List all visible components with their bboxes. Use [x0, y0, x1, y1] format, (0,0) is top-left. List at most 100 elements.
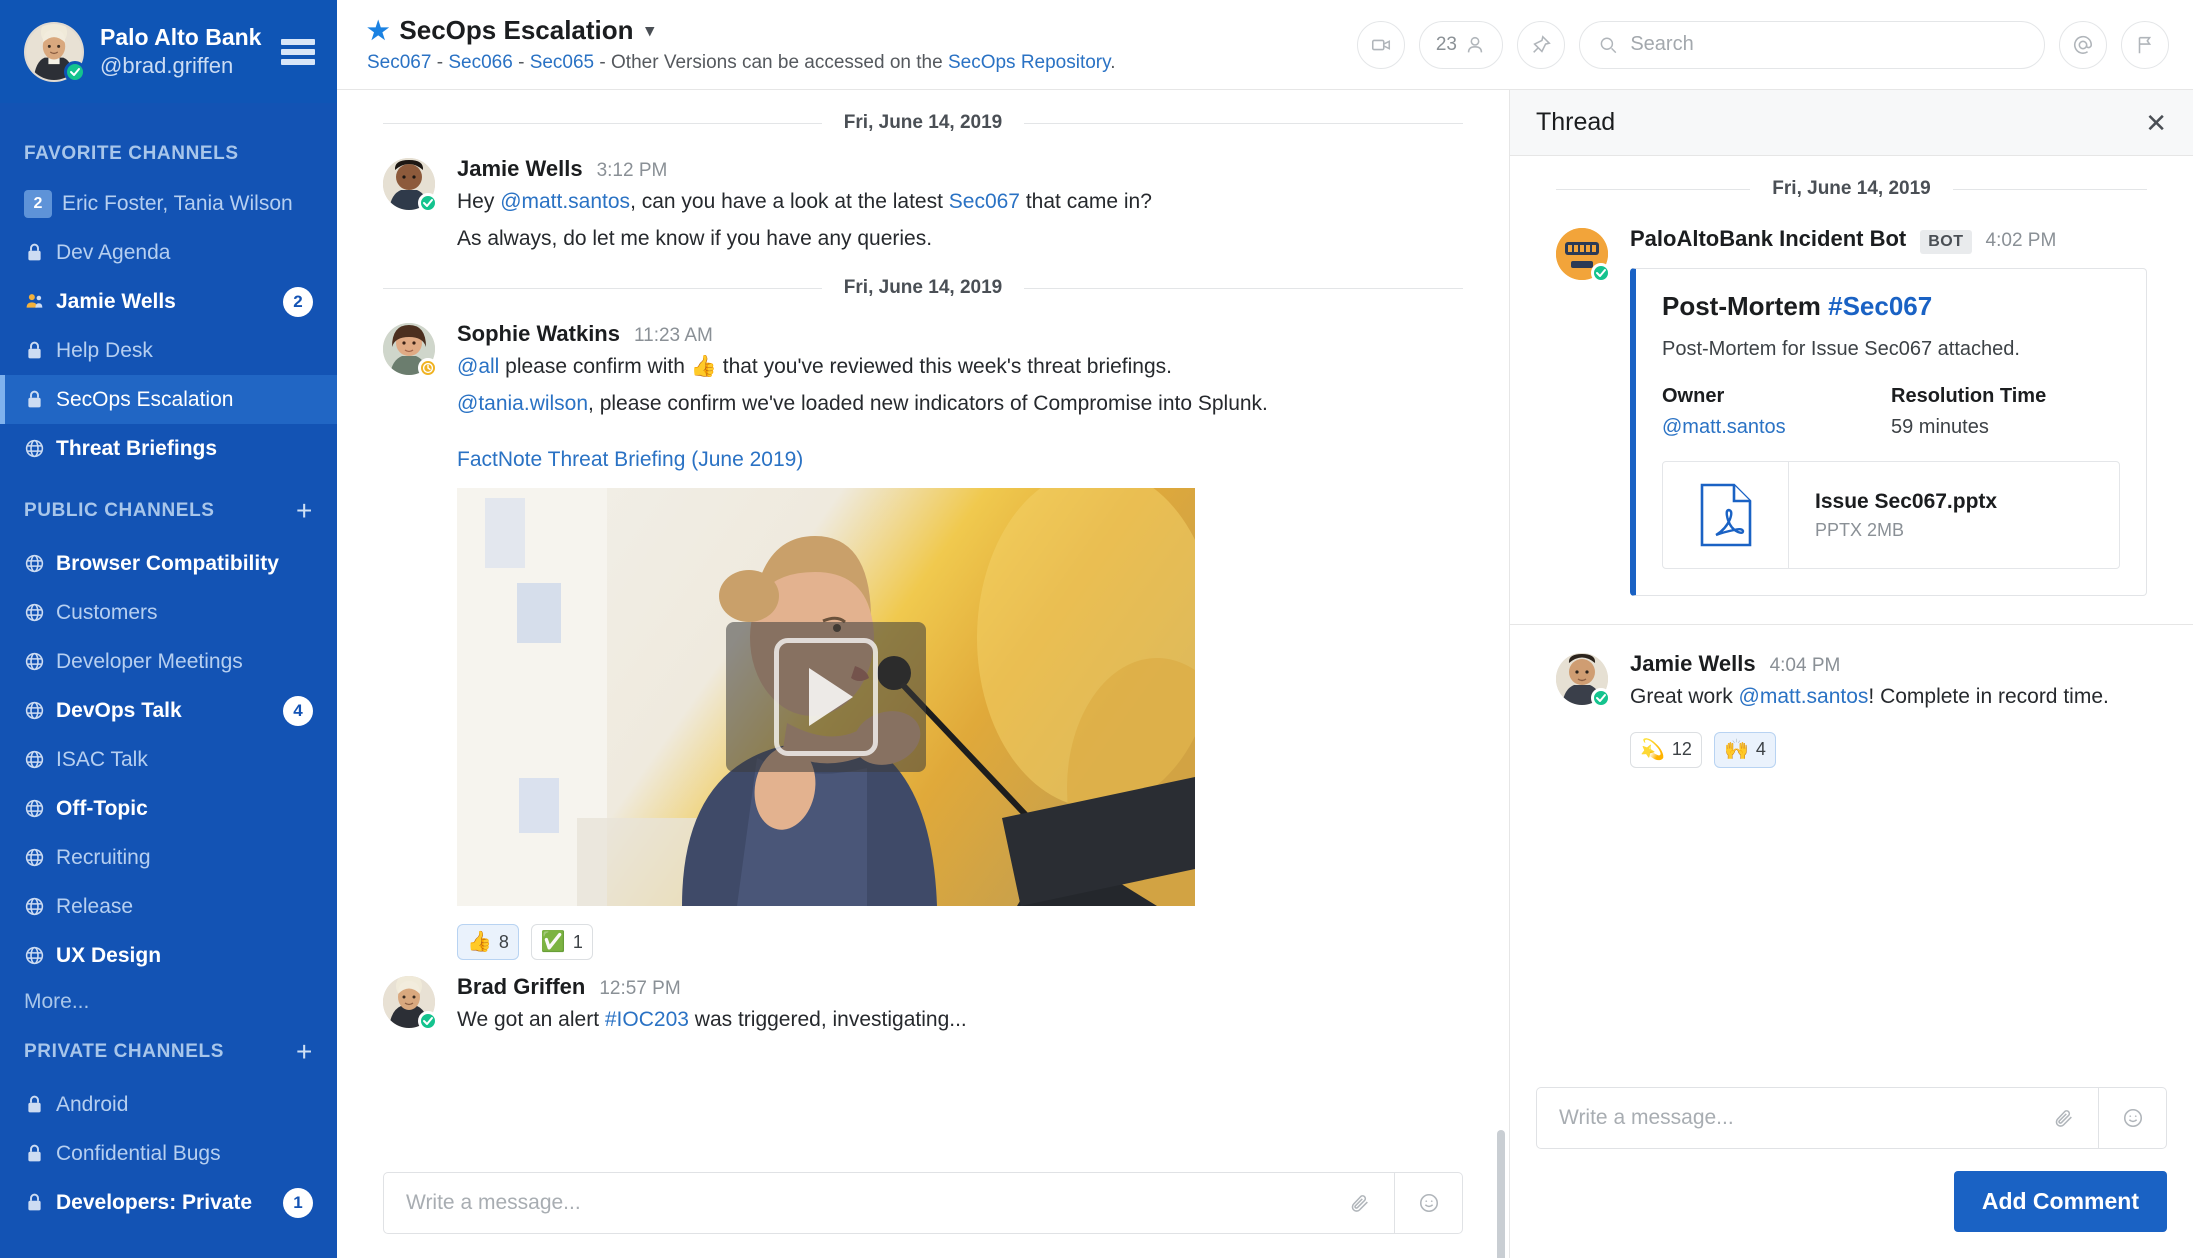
message-list-panel: Fri, June 14, 2019Jamie Wells3:12 PMHey …	[337, 90, 1510, 1258]
thread-message-input[interactable]	[1537, 1106, 2030, 1130]
emoji-smiley-icon[interactable]	[1394, 1173, 1462, 1233]
inline-link[interactable]: Sec067	[949, 190, 1020, 213]
mention-link[interactable]: @matt.santos	[1739, 685, 1869, 708]
sidebar-item-label: UX Design	[56, 944, 313, 968]
unread-count-badge: 1	[283, 1188, 313, 1218]
add-channel-icon[interactable]: +	[296, 497, 313, 525]
sidebar-item-threat-briefings[interactable]: Threat Briefings	[0, 424, 337, 473]
chevron-down-icon[interactable]: ▾	[646, 21, 655, 41]
owner-mention-link[interactable]: @matt.santos	[1662, 416, 1786, 438]
channel-title-row[interactable]: ★ SecOps Escalation ▾	[367, 15, 1116, 46]
members-button[interactable]: 23	[1419, 21, 1503, 69]
channel-composer[interactable]	[383, 1172, 1463, 1234]
star-icon[interactable]: ★	[367, 16, 389, 46]
thread-header: Thread ✕	[1510, 90, 2193, 156]
sidebar-item-label: Release	[56, 895, 313, 919]
thread-date-separator: Fri, June 14, 2019	[1510, 156, 2193, 208]
sidebar-item-off-topic[interactable]: Off-Topic	[0, 784, 337, 833]
search-box[interactable]	[1579, 21, 2045, 69]
globe-icon	[24, 945, 56, 966]
globe-icon	[24, 700, 56, 721]
sidebar-header[interactable]: Palo Alto Bank @brad.griffen	[0, 0, 337, 103]
app-root: Palo Alto Bank @brad.griffen FAVORITE CH…	[0, 0, 2193, 1258]
flag-icon[interactable]	[2121, 21, 2169, 69]
card-issue-link[interactable]: #Sec067	[1828, 291, 1932, 321]
sidebar-item-help-desk[interactable]: Help Desk	[0, 326, 337, 375]
header-link-sec067[interactable]: Sec067	[367, 52, 431, 73]
header-link-sec065[interactable]: Sec065	[530, 52, 594, 73]
message-text: As always, do let me know if you have an…	[457, 223, 1463, 256]
reaction-list[interactable]: 💫12 🙌4	[1630, 732, 2147, 768]
sidebar-item-release[interactable]: Release	[0, 882, 337, 931]
sidebar-item-devops-talk[interactable]: DevOps Talk4	[0, 686, 337, 735]
add-comment-button[interactable]: Add Comment	[1954, 1171, 2167, 1232]
reaction-count: 8	[499, 932, 509, 953]
sidebar-more-link[interactable]: More...	[0, 980, 337, 1014]
sidebar-item-confidential-bugs[interactable]: Confidential Bugs	[0, 1129, 337, 1178]
unread-count-badge: 4	[283, 696, 313, 726]
current-username: @brad.griffen	[100, 52, 281, 80]
date-separator: Fri, June 14, 2019	[337, 255, 1509, 307]
avatar[interactable]	[24, 22, 84, 82]
attachment-title-link[interactable]: FactNote Threat Briefing (June 2019)	[457, 448, 803, 472]
at-mention-icon[interactable]	[2059, 21, 2107, 69]
close-icon[interactable]: ✕	[2145, 110, 2167, 136]
message-input[interactable]	[384, 1191, 1326, 1215]
sidebar-item-recruiting[interactable]: Recruiting	[0, 833, 337, 882]
sidebar-section-header: PRIVATE CHANNELS+	[0, 1014, 337, 1080]
avatar[interactable]	[383, 323, 435, 375]
sidebar-item-developer-meetings[interactable]: Developer Meetings	[0, 637, 337, 686]
sidebar-item-android[interactable]: Android	[0, 1080, 337, 1129]
video-call-icon[interactable]	[1357, 21, 1405, 69]
file-name: Issue Sec067.pptx	[1815, 490, 1997, 514]
channel-list[interactable]: FAVORITE CHANNELS2Eric Foster, Tania Wil…	[0, 103, 337, 1258]
message-item: Sophie Watkins11:23 AM@all please confir…	[337, 307, 1509, 960]
pin-icon[interactable]	[1517, 21, 1565, 69]
video-attachment[interactable]	[457, 488, 1195, 906]
avatar[interactable]	[383, 158, 435, 210]
message-scrollbar[interactable]	[1497, 1130, 1505, 1258]
mention-link[interactable]: @all	[457, 355, 499, 378]
reaction-chip[interactable]: 🙌4	[1714, 732, 1776, 768]
avatar[interactable]	[1556, 228, 1608, 280]
avatar[interactable]	[1556, 653, 1608, 705]
sidebar-item-secops-escalation[interactable]: SecOps Escalation	[0, 375, 337, 424]
globe-icon	[24, 553, 56, 574]
sidebar-item-label: Confidential Bugs	[56, 1142, 313, 1166]
sidebar-item-eric-foster-tania-wilson[interactable]: 2Eric Foster, Tania Wilson	[0, 179, 337, 228]
date-separator: Fri, June 14, 2019	[337, 90, 1509, 142]
sidebar-item-dev-agenda[interactable]: Dev Agenda	[0, 228, 337, 277]
paperclip-icon[interactable]	[2030, 1088, 2098, 1148]
file-attachment[interactable]: Issue Sec067.pptx PPTX 2MB	[1662, 461, 2120, 569]
paperclip-icon[interactable]	[1326, 1173, 1394, 1233]
card-field-owner: Owner @matt.santos	[1662, 385, 1891, 439]
reaction-emoji: 🙌	[1724, 740, 1749, 760]
mention-link[interactable]: @matt.santos	[500, 190, 630, 213]
sidebar-item-browser-compatibility[interactable]: Browser Compatibility	[0, 539, 337, 588]
sidebar-item-label: Browser Compatibility	[56, 552, 313, 576]
play-button-icon[interactable]	[726, 622, 926, 772]
sidebar-item-label: Customers	[56, 601, 313, 625]
sidebar-item-isac-talk[interactable]: ISAC Talk	[0, 735, 337, 784]
message-author: Jamie Wells	[1630, 651, 1756, 677]
inline-link[interactable]: #IOC203	[605, 1008, 689, 1031]
reaction-chip[interactable]: 👍8	[457, 924, 519, 960]
thread-composer[interactable]	[1536, 1087, 2167, 1149]
sidebar-item-developers-private[interactable]: Developers: Private1	[0, 1178, 337, 1227]
text-run: Great work	[1630, 685, 1739, 708]
search-input[interactable]	[1630, 33, 2026, 56]
reaction-list[interactable]: 👍8 ✅1	[457, 924, 1463, 960]
emoji-smiley-icon[interactable]	[2098, 1088, 2166, 1148]
reaction-chip[interactable]: 💫12	[1630, 732, 1702, 768]
sidebar-menu-icon[interactable]	[281, 39, 315, 65]
sidebar-item-jamie-wells[interactable]: Jamie Wells2	[0, 277, 337, 326]
mention-link[interactable]: @tania.wilson	[457, 392, 588, 415]
reaction-chip[interactable]: ✅1	[531, 924, 593, 960]
sidebar-item-customers[interactable]: Customers	[0, 588, 337, 637]
header-link-sec066[interactable]: Sec066	[448, 52, 512, 73]
header-link-repository[interactable]: SecOps Repository	[948, 52, 1110, 73]
sidebar-item-ux-design[interactable]: UX Design	[0, 931, 337, 980]
add-channel-icon[interactable]: +	[296, 1038, 313, 1066]
message-time: 3:12 PM	[597, 160, 668, 182]
avatar[interactable]	[383, 976, 435, 1028]
